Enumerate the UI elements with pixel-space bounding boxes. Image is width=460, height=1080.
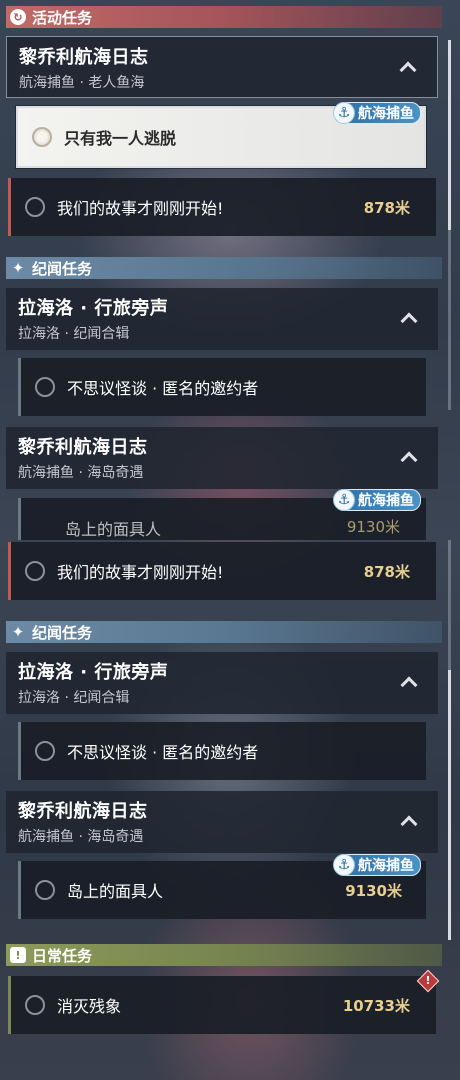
task-label: 只有我一人逃脱 [64,129,177,148]
section-header-lore[interactable]: ✦ 纪闻任务 [6,621,442,643]
task-label: 岛上的面具人 [65,520,162,539]
task-label: 不思议怪谈 · 匿名的邀约者 [67,379,259,398]
anchor-icon: ⚓ [333,854,355,876]
task-inviter[interactable]: 不思议怪谈 · 匿名的邀约者 [18,358,426,416]
radio-icon [25,561,45,581]
task-distance: 10733米 [342,996,410,1015]
chapter-title: 拉海洛 · 行旅旁声 [18,662,169,683]
cycle-icon: ↻ [10,9,26,25]
task-label: 不思议怪谈 · 匿名的邀约者 [67,743,259,762]
chapter-activity[interactable]: 黎乔利航海日志 航海捕鱼 · 老人鱼海 [6,36,438,98]
task-distance: 878米 [363,562,410,581]
section-title: 活动任务 [32,8,93,27]
scrollbar-thumb[interactable] [448,670,451,940]
chapter-subtitle: 航海捕鱼 · 老人鱼海 [19,75,145,91]
fishing-badge: ⚓ 航海捕鱼 [333,854,421,876]
chapter-lore-1[interactable]: 拉海洛 · 行旅旁声 拉海洛 · 纪闻合辑 [6,288,438,350]
radio-icon [35,377,55,397]
radio-icon [35,880,55,900]
chevron-up-icon[interactable] [400,310,416,326]
task-inviter[interactable]: 不思议怪谈 · 匿名的邀约者 [18,722,426,780]
radio-icon [25,197,45,217]
task-distance: 9130米 [346,518,400,536]
chapter-lore-1[interactable]: 拉海洛 · 行旅旁声 拉海洛 · 纪闻合辑 [6,652,438,714]
chevron-up-icon[interactable] [400,674,416,690]
quest-panel-bottom: 我们的故事才刚刚开始! 878米 ✦ 纪闻任务 拉海洛 · 行旅旁声 拉海洛 ·… [0,540,460,1080]
chapter-subtitle: 拉海洛 · 纪闻合辑 [18,690,130,706]
chapter-title: 黎乔利航海日志 [19,47,149,68]
task-story[interactable]: 我们的故事才刚刚开始! 878米 [8,178,436,236]
task-label: 消灭残象 [57,997,122,1016]
fishing-badge: ⚓ 航海捕鱼 [333,102,421,124]
chapter-title: 拉海洛 · 行旅旁声 [18,298,169,319]
task-label: 我们的故事才刚刚开始! [57,199,224,218]
chevron-up-icon[interactable] [400,449,416,465]
section-header-lore[interactable]: ✦ 纪闻任务 [6,257,442,279]
scrollbar-thumb[interactable] [448,40,451,230]
section-title: 日常任务 [32,946,93,965]
radio-icon [35,741,55,761]
radio-icon [32,127,52,147]
task-distance: 878米 [363,198,410,217]
section-header-daily[interactable]: ! 日常任务 [6,944,442,966]
quest-panel-top: ↻ 活动任务 黎乔利航海日志 航海捕鱼 · 老人鱼海 只有我一人逃脱 ⚓ 航海捕… [0,0,460,540]
task-distance: 9130米 [345,881,402,900]
anchor-icon: ⚓ [333,102,355,124]
section-title: 纪闻任务 [32,623,93,642]
task-label: 我们的故事才刚刚开始! [57,563,224,582]
chapter-subtitle: 拉海洛 · 纪闻合辑 [18,326,130,342]
task-daily[interactable]: 消灭残象 10733米 [8,976,436,1034]
chapter-title: 黎乔利航海日志 [18,437,148,458]
anchor-icon: ⚓ [333,489,355,511]
chevron-up-icon[interactable] [399,59,415,75]
chevron-up-icon[interactable] [400,813,416,829]
chapter-lore-2[interactable]: 黎乔利航海日志 航海捕鱼 · 海岛奇遇 [6,791,438,853]
chapter-subtitle: 航海捕鱼 · 海岛奇遇 [18,465,144,481]
section-header-activity[interactable]: ↻ 活动任务 [6,6,442,28]
section-title: 纪闻任务 [32,259,93,278]
fishing-badge: ⚓ 航海捕鱼 [333,489,421,511]
chapter-lore-2[interactable]: 黎乔利航海日志 航海捕鱼 · 海岛奇遇 [6,427,438,489]
task-label: 岛上的面具人 [67,882,164,901]
exclamation-icon: ! [10,947,26,963]
chapter-subtitle: 航海捕鱼 · 海岛奇遇 [18,829,144,845]
sparkle-icon: ✦ [11,259,25,277]
radio-icon [25,995,45,1015]
task-story[interactable]: 我们的故事才刚刚开始! 878米 [8,542,436,600]
chapter-title: 黎乔利航海日志 [18,801,148,822]
sparkle-icon: ✦ [11,623,25,641]
